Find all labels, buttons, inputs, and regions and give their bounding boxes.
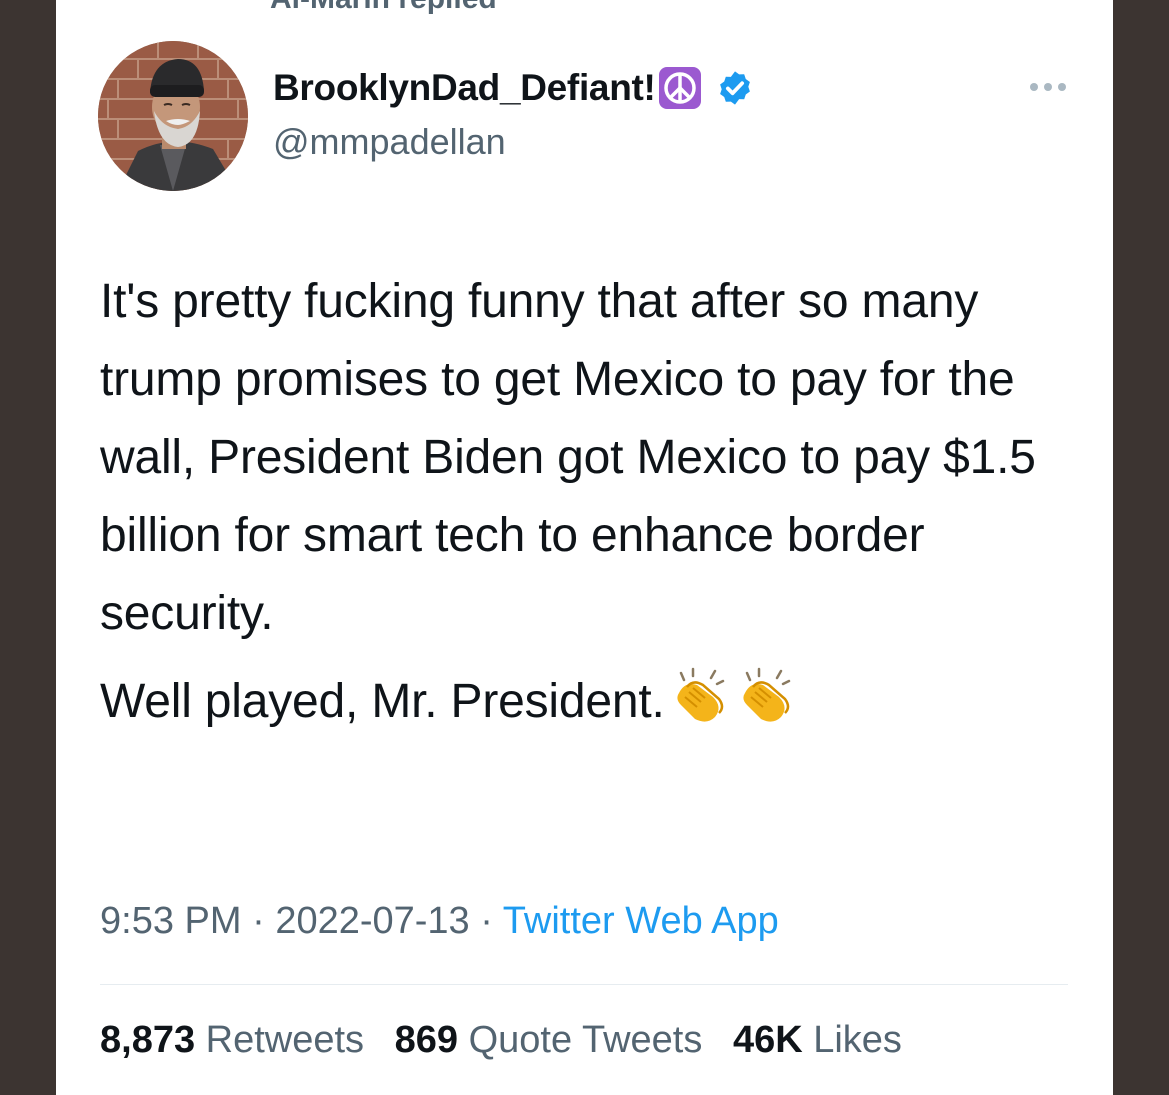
tweet-date[interactable]: 2022-07-13 [275, 900, 469, 942]
quote-tweets-count: 869 [394, 1019, 459, 1061]
verified-badge-icon [716, 69, 754, 107]
more-options-icon[interactable] [1028, 80, 1068, 94]
tweet-card: Al-Marin replied [56, 0, 1113, 1095]
author-name-row[interactable]: BrooklynDad_Defiant! [273, 66, 754, 110]
avatar[interactable] [98, 41, 248, 191]
divider [100, 984, 1068, 985]
screenshot-frame: Al-Marin replied [0, 0, 1169, 1095]
likes-label: Likes [813, 1019, 902, 1061]
likes-count: 46K [732, 1019, 803, 1061]
display-name[interactable]: BrooklynDad_Defiant! [273, 67, 656, 109]
tweet-closing-line: Well played, Mr. President. [100, 675, 665, 728]
reply-context[interactable]: Al-Marin replied [270, 0, 497, 16]
tweet-time[interactable]: 9:53 PM [100, 900, 242, 942]
meta-separator: · [252, 900, 265, 942]
tweet-text: It's pretty fucking funny that after so … [100, 263, 1090, 741]
peace-symbol-icon [658, 66, 702, 110]
clapping-hands-icon [671, 667, 729, 725]
quote-tweets-label: Quote Tweets [468, 1019, 703, 1061]
author-handle[interactable]: @mmpadellan [273, 121, 506, 163]
likes-stat[interactable]: 46K Likes [733, 1019, 902, 1061]
tweet-paragraph: It's pretty fucking funny that after so … [100, 275, 1036, 640]
tweet-paragraph-2: Well played, Mr. President. [100, 663, 1090, 741]
tweet-meta: 9:53 PM · 2022-07-13 · Twitter Web App [100, 900, 779, 943]
retweets-count: 8,873 [100, 1019, 196, 1061]
meta-separator: · [480, 900, 493, 942]
retweets-stat[interactable]: 8,873 Retweets [100, 1019, 364, 1061]
tweet-source-link[interactable]: Twitter Web App [503, 900, 779, 942]
quote-tweets-stat[interactable]: 869 Quote Tweets [395, 1019, 703, 1061]
clapping-hands-icon [737, 667, 795, 725]
retweets-label: Retweets [205, 1019, 365, 1061]
tweet-stats: 8,873 Retweets 869 Quote Tweets 46K Like… [100, 1019, 922, 1062]
